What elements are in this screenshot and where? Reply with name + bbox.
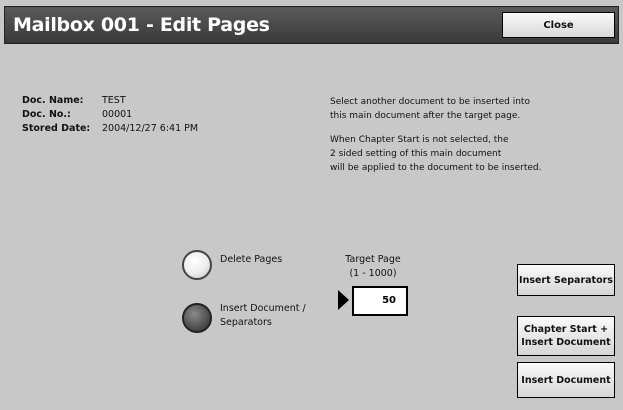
insert-document-label[interactable]: Insert Document / Separators (220, 302, 306, 330)
stored-date-label: Stored Date: (22, 123, 91, 134)
title-bar: Mailbox 001 - Edit Pages Close (4, 6, 619, 44)
message-line-1: Select another document to be inserted i… (330, 97, 530, 107)
delete-pages-label[interactable]: Delete Pages (220, 253, 282, 267)
target-page-input[interactable]: 50 (352, 286, 408, 316)
stored-date-value: 2004/12/27 6:41 PM (102, 123, 199, 134)
close-button[interactable]: Close (502, 12, 615, 38)
chapter-line-2: Insert Document (521, 337, 611, 348)
doc-no-row: Doc. No.: 00001 (22, 109, 222, 123)
message-line-4: 2 sided setting of this main document (330, 149, 502, 159)
insert-document-button[interactable]: Insert Document (517, 362, 615, 398)
doc-no-value: 00001 (102, 109, 133, 120)
insert-separators-button[interactable]: Insert Separators (517, 264, 615, 296)
target-page-heading: Target Page (1 - 1000) (336, 253, 410, 281)
instruction-message: Select another document to be inserted i… (330, 95, 610, 185)
chapter-line-1: Chapter Start + (523, 324, 609, 335)
page-title: Mailbox 001 - Edit Pages (13, 14, 270, 36)
doc-no-label: Doc. No.: (22, 109, 71, 120)
doc-name-row: Doc. Name: TEST (22, 95, 222, 109)
pointer-arrow-icon (338, 290, 349, 310)
target-page-range: (1 - 1000) (349, 268, 397, 279)
message-line-5: will be applied to the document to be in… (330, 163, 542, 173)
doc-name-label: Doc. Name: (22, 95, 84, 106)
delete-pages-radio[interactable] (182, 250, 212, 280)
chapter-start-insert-document-button[interactable]: Chapter Start + Insert Document (517, 316, 615, 356)
target-page-label: Target Page (345, 254, 401, 265)
doc-name-value: TEST (102, 95, 126, 106)
message-line-3: When Chapter Start is not selected, the (330, 135, 509, 145)
edit-pages-screen: Mailbox 001 - Edit Pages Close Doc. Name… (0, 0, 623, 410)
insert-label-line-1: Insert Document / (220, 303, 306, 314)
message-line-2: this main document after the target page… (330, 111, 521, 121)
insert-document-radio[interactable] (182, 303, 212, 333)
insert-label-line-2: Separators (220, 317, 272, 328)
stored-date-row: Stored Date: 2004/12/27 6:41 PM (22, 123, 222, 137)
